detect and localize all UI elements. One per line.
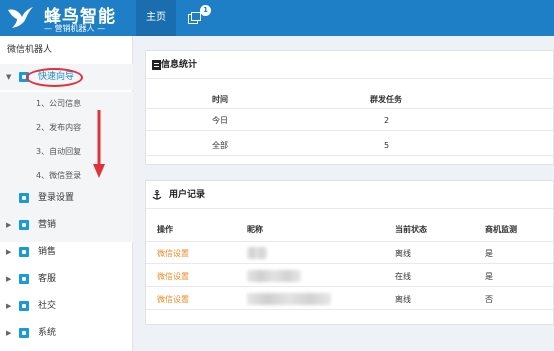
column-header: 操作 — [157, 225, 173, 234]
nickname-redacted — [247, 247, 267, 259]
nickname-redacted — [247, 270, 301, 282]
monitor-cell: 否 — [485, 295, 493, 304]
users-panel-header: 用户记录 — [146, 181, 553, 209]
menu-icon — [19, 328, 29, 338]
sidebar-item-sales[interactable]: ▶ 销售 — [0, 239, 133, 265]
brand-subtitle: — 营销机器人 — — [44, 24, 106, 33]
step-label: 1、公司信息 — [36, 99, 82, 108]
column-header: 商机监测 — [485, 225, 517, 234]
top-bar: 蜂鸟智能 — 营销机器人 — 主页 1 — [0, 0, 554, 36]
sidebar-item-marketing[interactable]: ▶ 营销 — [0, 212, 133, 238]
quick-guide-step-1[interactable]: 1、公司信息 — [0, 92, 133, 116]
sidebar-header: 微信机器人 — [7, 45, 53, 55]
status-cell: 在线 — [395, 272, 411, 281]
users-table-header: 操作 昵称 当前状态 商机监测 — [146, 218, 553, 242]
users-panel-title: 用户记录 — [169, 190, 206, 200]
stats-panel-title: 信息统计 — [161, 60, 198, 70]
column-header: 当前状态 — [395, 225, 427, 234]
time-cell: 全部 — [212, 141, 228, 150]
messages-button[interactable]: 1 — [180, 0, 214, 36]
annotation-down-arrow-icon — [93, 110, 105, 178]
caret-right-icon: ▶ — [6, 275, 12, 283]
sidebar-item-label: 社交 — [38, 301, 57, 311]
tasks-cell: 5 — [384, 141, 390, 150]
stats-table-header: 时间 群发任务 — [146, 91, 553, 109]
caret-right-icon: ▶ — [6, 221, 12, 229]
hummingbird-logo-icon — [8, 7, 33, 28]
caret-right-icon: ▶ — [6, 302, 12, 310]
step-label: 3、自动回复 — [36, 147, 82, 156]
message-count-badge: 1 — [200, 5, 211, 16]
wechat-settings-link[interactable]: 微信设置 — [157, 243, 189, 264]
annotation-highlight-oval — [26, 68, 83, 87]
sidebar-item-system[interactable]: ▶ 系统 — [0, 320, 133, 346]
tasks-cell: 2 — [384, 116, 390, 125]
nickname-redacted — [247, 293, 331, 305]
table-row: 微信设置 在线 是 — [146, 266, 553, 287]
sidebar-item-login-settings[interactable]: 登录设置 — [0, 185, 133, 211]
menu-icon — [19, 301, 29, 311]
caret-down-icon: ▼ — [6, 73, 12, 81]
stats-panel-header: 信息统计 — [146, 51, 553, 79]
menu-icon — [19, 274, 29, 284]
monitor-cell: 是 — [485, 249, 493, 258]
table-row: 微信设置 离线 否 — [146, 289, 553, 310]
users-panel: 用户记录 操作 昵称 当前状态 商机监测 微信设置 离线 是 微信设置 在线 是… — [145, 180, 554, 325]
status-cell: 离线 — [395, 249, 411, 258]
sidebar-item-label: 客服 — [38, 274, 57, 284]
anchor-icon — [152, 190, 162, 200]
stats-panel: 信息统计 时间 群发任务 今日 2 全部 5 — [145, 50, 554, 165]
column-header: 群发任务 — [370, 95, 402, 104]
sidebar-item-label: 销售 — [38, 247, 57, 257]
messages-icon — [188, 12, 201, 24]
column-header: 时间 — [212, 95, 228, 104]
menu-icon — [19, 193, 29, 203]
sidebar-item-label: 系统 — [38, 328, 57, 338]
status-cell: 离线 — [395, 295, 411, 304]
sidebar-item-label: 登录设置 — [38, 193, 75, 203]
menu-icon — [19, 247, 29, 257]
caret-right-icon: ▶ — [6, 248, 12, 256]
quick-guide-step-3[interactable]: 3、自动回复 — [0, 140, 133, 164]
caret-right-icon: ▶ — [6, 329, 12, 337]
column-header: 昵称 — [247, 225, 263, 234]
sidebar-item-label: 营销 — [38, 220, 57, 230]
table-row: 今日 2 — [146, 110, 553, 131]
table-row: 全部 5 — [146, 135, 553, 156]
quick-guide-step-2[interactable]: 2、发布内容 — [0, 116, 133, 140]
nav-home-tab[interactable]: 主页 — [136, 0, 176, 36]
table-row: 微信设置 离线 是 — [146, 243, 553, 264]
sidebar-item-customer-service[interactable]: ▶ 客服 — [0, 266, 133, 292]
menu-icon — [19, 220, 29, 230]
wechat-settings-link[interactable]: 微信设置 — [157, 289, 189, 310]
time-cell: 今日 — [212, 116, 228, 125]
step-label: 2、发布内容 — [36, 123, 82, 132]
monitor-cell: 是 — [485, 272, 493, 281]
wechat-settings-link[interactable]: 微信设置 — [157, 266, 189, 287]
sidebar-item-social[interactable]: ▶ 社交 — [0, 293, 133, 319]
logo[interactable]: 蜂鸟智能 — 营销机器人 — — [0, 0, 133, 36]
